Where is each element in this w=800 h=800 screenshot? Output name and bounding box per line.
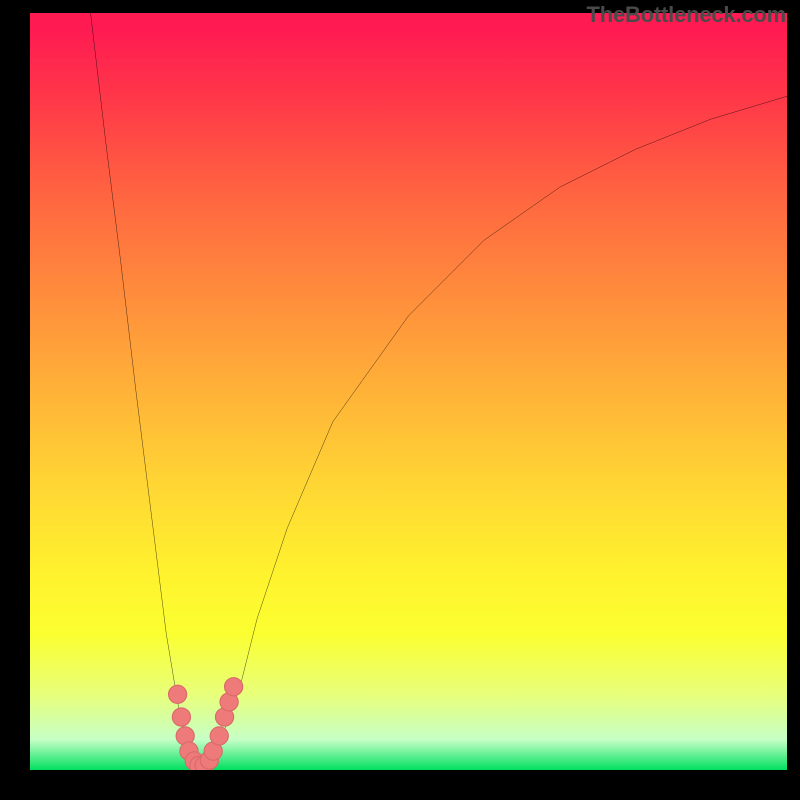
- chart-svg: [30, 13, 787, 770]
- watermark: TheBottleneck.com: [586, 2, 786, 28]
- data-marker: [172, 708, 190, 726]
- data-marker: [210, 727, 228, 745]
- data-marker: [169, 685, 187, 703]
- chart-frame: TheBottleneck.com: [0, 0, 800, 800]
- curve-markers: [169, 678, 243, 770]
- data-marker: [225, 678, 243, 696]
- bottleneck-curve: [91, 13, 787, 766]
- plot-area: [30, 13, 787, 770]
